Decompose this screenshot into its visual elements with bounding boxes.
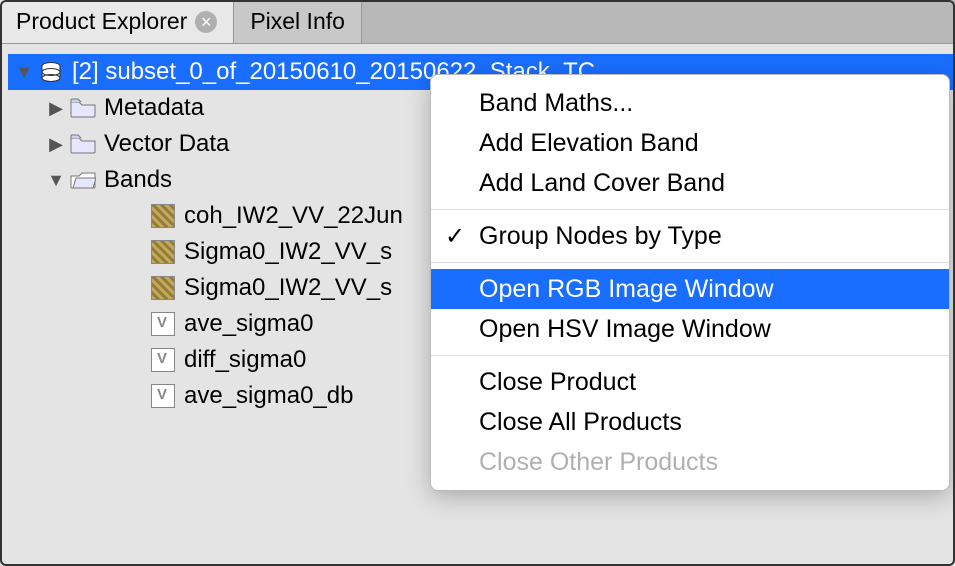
tree-node-label: ave_sigma0	[184, 310, 313, 338]
product-icon	[36, 60, 66, 84]
tree-node-label: Metadata	[104, 94, 204, 122]
menu-item-label: Close Other Products	[479, 448, 718, 477]
tree-node-label: Bands	[104, 166, 172, 194]
tab-product-explorer[interactable]: Product Explorer ×	[0, 0, 234, 43]
menu-item-close-product[interactable]: Close Product	[431, 362, 949, 402]
tree-node-label: Sigma0_IW2_VV_s	[184, 238, 392, 266]
menu-separator	[431, 355, 949, 356]
menu-item-group-nodes[interactable]: Group Nodes by Type	[431, 216, 949, 256]
menu-item-label: Add Land Cover Band	[479, 169, 725, 198]
folder-icon	[68, 134, 98, 154]
menu-item-label: Add Elevation Band	[479, 129, 699, 158]
folder-open-icon	[68, 170, 98, 190]
tree-node-label: Sigma0_IW2_VV_s	[184, 274, 392, 302]
raster-band-icon	[148, 204, 178, 228]
tree-node-label: ave_sigma0_db	[184, 382, 353, 410]
menu-item-band-maths[interactable]: Band Maths...	[431, 83, 949, 123]
disclosure-triangle-icon[interactable]: ▼	[12, 62, 36, 83]
tree-node-label: coh_IW2_VV_22Jun	[184, 202, 403, 230]
menu-item-label: Close All Products	[479, 408, 682, 437]
close-tab-icon[interactable]: ×	[195, 11, 217, 33]
tab-pixel-info[interactable]: Pixel Info	[234, 0, 362, 43]
menu-item-close-other: Close Other Products	[431, 442, 949, 482]
tree-node-label: Vector Data	[104, 130, 229, 158]
disclosure-triangle-icon[interactable]: ▶	[44, 98, 68, 119]
menu-item-open-hsv[interactable]: Open HSV Image Window	[431, 309, 949, 349]
menu-separator	[431, 262, 949, 263]
virtual-band-icon	[148, 348, 178, 372]
raster-band-icon	[148, 240, 178, 264]
menu-item-add-elevation[interactable]: Add Elevation Band	[431, 123, 949, 163]
virtual-band-icon	[148, 384, 178, 408]
folder-icon	[68, 98, 98, 118]
disclosure-triangle-icon[interactable]: ▼	[44, 170, 68, 191]
menu-item-label: Close Product	[479, 368, 636, 397]
menu-item-add-landcover[interactable]: Add Land Cover Band	[431, 163, 949, 203]
menu-item-label: Open HSV Image Window	[479, 315, 771, 344]
context-menu: Band Maths... Add Elevation Band Add Lan…	[430, 74, 950, 491]
menu-separator	[431, 209, 949, 210]
disclosure-triangle-icon[interactable]: ▶	[44, 134, 68, 155]
virtual-band-icon	[148, 312, 178, 336]
tab-label: Product Explorer	[16, 8, 187, 35]
menu-item-label: Group Nodes by Type	[479, 222, 722, 251]
tree-node-label: diff_sigma0	[184, 346, 306, 374]
menu-item-close-all[interactable]: Close All Products	[431, 402, 949, 442]
menu-item-label: Open RGB Image Window	[479, 275, 774, 304]
raster-band-icon	[148, 276, 178, 300]
tab-label: Pixel Info	[250, 8, 345, 35]
menu-item-open-rgb[interactable]: Open RGB Image Window	[431, 269, 949, 309]
menu-item-label: Band Maths...	[479, 89, 633, 118]
